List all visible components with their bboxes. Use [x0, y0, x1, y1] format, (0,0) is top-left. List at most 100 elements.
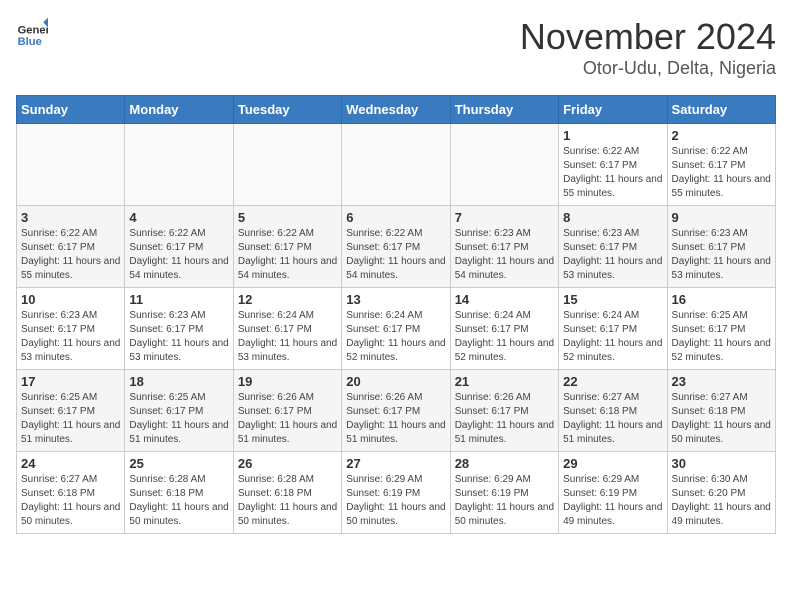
day-info: Sunrise: 6:24 AM Sunset: 6:17 PM Dayligh… [563, 309, 662, 365]
calendar-cell: 22 Sunrise: 6:27 AM Sunset: 6:18 PM Dayli… [559, 370, 667, 452]
day-number: 18 [129, 374, 228, 389]
day-number: 9 [672, 210, 771, 225]
day-number: 4 [129, 210, 228, 225]
day-number: 24 [21, 456, 120, 471]
calendar-cell: 3Sunrise: 6:22 AM Sunset: 6:17 PM Daylig… [17, 206, 125, 288]
page-header: General Blue November 2024 Otor-Udu, Del… [16, 16, 776, 79]
day-info: Sunrise: 6:29 AM Sunset: 6:19 PM Dayligh… [346, 473, 445, 529]
calendar-cell [342, 124, 450, 206]
day-info: Sunrise: 6:28 AM Sunset: 6:18 PM Dayligh… [238, 473, 337, 529]
title-section: November 2024 Otor-Udu, Delta, Nigeria [520, 16, 776, 79]
header-day-thursday: Thursday [450, 96, 558, 124]
calendar-header: SundayMondayTuesdayWednesdayThursdayFrid… [17, 96, 776, 124]
calendar-week-1: 1 Sunrise: 6:22 AM Sunset: 6:17 PM Daylig… [17, 124, 776, 206]
day-info: Sunrise: 6:27 AM Sunset: 6:18 PM Dayligh… [672, 391, 771, 447]
svg-text:General: General [18, 25, 48, 37]
calendar-cell: 26 Sunrise: 6:28 AM Sunset: 6:18 PM Dayli… [233, 452, 341, 534]
day-number: 29 [563, 456, 662, 471]
day-info: Sunrise: 6:22 AM Sunset: 6:17 PM Dayligh… [672, 145, 771, 201]
calendar-cell: 18 Sunrise: 6:25 AM Sunset: 6:17 PM Dayli… [125, 370, 233, 452]
calendar-cell: 1Sunrise: 6:22 AM Sunset: 6:17 PM Daylig… [559, 124, 667, 206]
day-info: Sunrise: 6:22 AM Sunset: 6:17 PM Dayligh… [346, 227, 445, 283]
header-day-friday: Friday [559, 96, 667, 124]
calendar-cell [125, 124, 233, 206]
calendar-cell [450, 124, 558, 206]
day-number: 14 [455, 292, 554, 307]
day-info: Sunrise: 6:22 AM Sunset: 6:17 PM Dayligh… [129, 227, 228, 283]
header-day-wednesday: Wednesday [342, 96, 450, 124]
calendar-cell: 21 Sunrise: 6:26 AM Sunset: 6:17 PM Dayli… [450, 370, 558, 452]
calendar-cell: 2 Sunrise: 6:22 AM Sunset: 6:17 PM Daylig… [667, 124, 775, 206]
calendar-cell: 10 Sunrise: 6:23 AM Sunset: 6:17 PM Dayli… [17, 288, 125, 370]
day-number: 6 [346, 210, 445, 225]
calendar-cell: 29 Sunrise: 6:29 AM Sunset: 6:19 PM Dayli… [559, 452, 667, 534]
day-info: Sunrise: 6:28 AM Sunset: 6:18 PM Dayligh… [129, 473, 228, 529]
calendar-cell [233, 124, 341, 206]
day-number: 22 [563, 374, 662, 389]
calendar-cell: 23 Sunrise: 6:27 AM Sunset: 6:18 PM Dayli… [667, 370, 775, 452]
calendar-cell: 8 Sunrise: 6:23 AM Sunset: 6:17 PM Daylig… [559, 206, 667, 288]
calendar-cell: 28 Sunrise: 6:29 AM Sunset: 6:19 PM Dayli… [450, 452, 558, 534]
header-day-monday: Monday [125, 96, 233, 124]
day-number: 28 [455, 456, 554, 471]
calendar-table: SundayMondayTuesdayWednesdayThursdayFrid… [16, 95, 776, 534]
calendar-week-2: 3 Sunrise: 6:22 AM Sunset: 6:17 PM Daylig… [17, 206, 776, 288]
day-number: 27 [346, 456, 445, 471]
day-info: Sunrise: 6:23 AM Sunset: 6:17 PM Dayligh… [455, 227, 554, 283]
day-info: Sunrise: 6:29 AM Sunset: 6:19 PM Dayligh… [563, 473, 662, 529]
header-row: SundayMondayTuesdayWednesdayThursdayFrid… [17, 96, 776, 124]
day-info: Sunrise: 6:26 AM Sunset: 6:17 PM Dayligh… [455, 391, 554, 447]
day-number: 15 [563, 292, 662, 307]
day-number: 17 [21, 374, 120, 389]
calendar-week-4: 17 Sunrise: 6:25 AM Sunset: 6:17 PM Dayli… [17, 370, 776, 452]
day-info: Sunrise: 6:27 AM Sunset: 6:18 PM Dayligh… [563, 391, 662, 447]
calendar-cell: 4 Sunrise: 6:22 AM Sunset: 6:17 PM Daylig… [125, 206, 233, 288]
calendar-cell: 16Sunrise: 6:25 AM Sunset: 6:17 PM Dayli… [667, 288, 775, 370]
calendar-cell: 13Sunrise: 6:24 AM Sunset: 6:17 PM Dayli… [342, 288, 450, 370]
day-number: 10 [21, 292, 120, 307]
calendar-cell: 25Sunrise: 6:28 AM Sunset: 6:18 PM Dayli… [125, 452, 233, 534]
day-number: 12 [238, 292, 337, 307]
calendar-body: 1 Sunrise: 6:22 AM Sunset: 6:17 PM Daylig… [17, 124, 776, 534]
day-info: Sunrise: 6:29 AM Sunset: 6:19 PM Dayligh… [455, 473, 554, 529]
calendar-cell: 7 Sunrise: 6:23 AM Sunset: 6:17 PM Daylig… [450, 206, 558, 288]
calendar-cell: 5Sunrise: 6:22 AM Sunset: 6:17 PM Daylig… [233, 206, 341, 288]
calendar-cell: 24 Sunrise: 6:27 AM Sunset: 6:18 PM Dayli… [17, 452, 125, 534]
month-year-title: November 2024 [520, 16, 776, 58]
day-number: 5 [238, 210, 337, 225]
day-number: 20 [346, 374, 445, 389]
calendar-week-3: 10 Sunrise: 6:23 AM Sunset: 6:17 PM Dayli… [17, 288, 776, 370]
header-day-tuesday: Tuesday [233, 96, 341, 124]
day-info: Sunrise: 6:27 AM Sunset: 6:18 PM Dayligh… [21, 473, 120, 529]
day-info: Sunrise: 6:23 AM Sunset: 6:17 PM Dayligh… [563, 227, 662, 283]
day-info: Sunrise: 6:23 AM Sunset: 6:17 PM Dayligh… [21, 309, 120, 365]
day-info: Sunrise: 6:26 AM Sunset: 6:17 PM Dayligh… [238, 391, 337, 447]
day-info: Sunrise: 6:24 AM Sunset: 6:17 PM Dayligh… [455, 309, 554, 365]
header-day-saturday: Saturday [667, 96, 775, 124]
day-number: 30 [672, 456, 771, 471]
day-info: Sunrise: 6:26 AM Sunset: 6:17 PM Dayligh… [346, 391, 445, 447]
day-info: Sunrise: 6:25 AM Sunset: 6:17 PM Dayligh… [672, 309, 771, 365]
day-number: 2 [672, 128, 771, 143]
day-number: 3 [21, 210, 120, 225]
logo-icon: General Blue [16, 16, 48, 48]
day-info: Sunrise: 6:25 AM Sunset: 6:17 PM Dayligh… [21, 391, 120, 447]
svg-text:Blue: Blue [18, 36, 42, 48]
day-number: 21 [455, 374, 554, 389]
day-info: Sunrise: 6:24 AM Sunset: 6:17 PM Dayligh… [238, 309, 337, 365]
day-number: 8 [563, 210, 662, 225]
calendar-week-5: 24 Sunrise: 6:27 AM Sunset: 6:18 PM Dayli… [17, 452, 776, 534]
day-number: 23 [672, 374, 771, 389]
day-number: 11 [129, 292, 228, 307]
calendar-cell: 30Sunrise: 6:30 AM Sunset: 6:20 PM Dayli… [667, 452, 775, 534]
calendar-cell: 20 Sunrise: 6:26 AM Sunset: 6:17 PM Dayli… [342, 370, 450, 452]
day-info: Sunrise: 6:24 AM Sunset: 6:17 PM Dayligh… [346, 309, 445, 365]
day-info: Sunrise: 6:23 AM Sunset: 6:17 PM Dayligh… [672, 227, 771, 283]
calendar-cell: 9 Sunrise: 6:23 AM Sunset: 6:17 PM Daylig… [667, 206, 775, 288]
calendar-cell: 12 Sunrise: 6:24 AM Sunset: 6:17 PM Dayli… [233, 288, 341, 370]
day-number: 19 [238, 374, 337, 389]
day-number: 1 [563, 128, 662, 143]
day-info: Sunrise: 6:25 AM Sunset: 6:17 PM Dayligh… [129, 391, 228, 447]
day-number: 7 [455, 210, 554, 225]
day-number: 26 [238, 456, 337, 471]
